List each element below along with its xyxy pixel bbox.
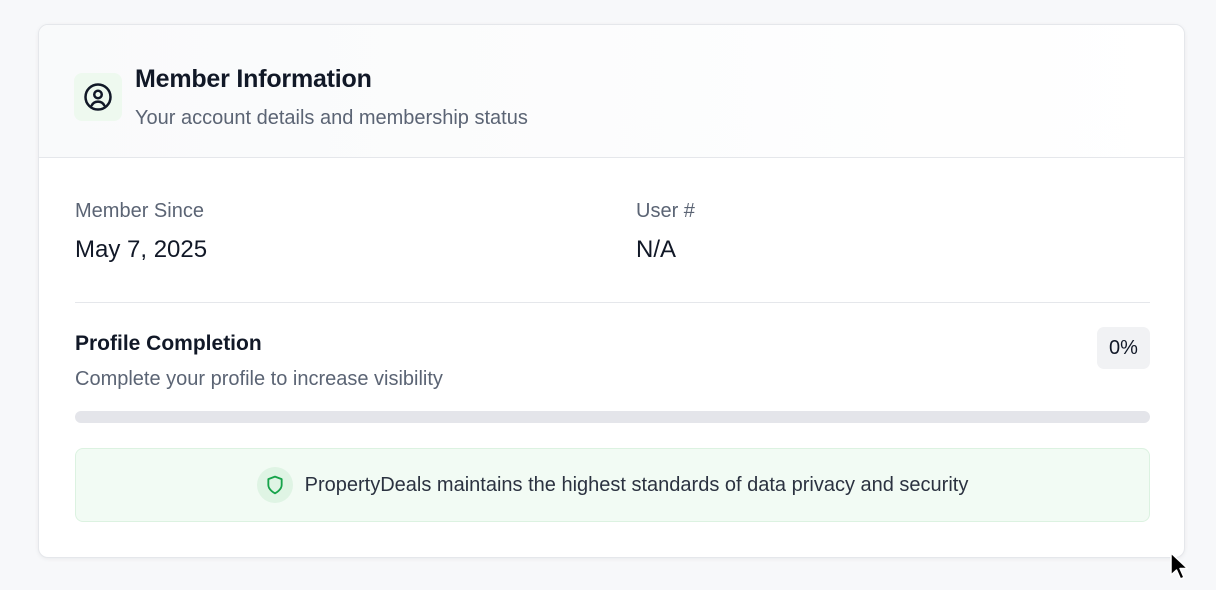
profile-completion-section: Profile Completion Complete your profile… (75, 327, 1150, 391)
privacy-notice-text: PropertyDeals maintains the highest stan… (304, 473, 969, 496)
mouse-cursor-icon (1169, 551, 1191, 581)
member-since-value: May 7, 2025 (75, 236, 208, 263)
page-subtitle: Your account details and membership stat… (135, 107, 528, 129)
profile-progress-bar (75, 411, 1150, 423)
user-number-value: N/A (636, 236, 677, 263)
shield-icon (256, 467, 293, 503)
member-information-card: Member Information Your account details … (38, 24, 1185, 558)
member-since-label: Member Since (75, 200, 204, 222)
privacy-notice: PropertyDeals maintains the highest stan… (75, 448, 1150, 522)
card-header: Member Information Your account details … (39, 25, 1184, 158)
user-number-label: User # (636, 200, 695, 222)
completion-percent-badge: 0% (1097, 327, 1150, 369)
profile-completion-subtitle: Complete your profile to increase visibi… (75, 368, 443, 390)
member-info-row: Member Since May 7, 2025 User # N/A (75, 199, 1150, 303)
page-title: Member Information (135, 65, 372, 93)
profile-completion-title: Profile Completion (75, 332, 262, 355)
member-since-field: Member Since May 7, 2025 (75, 199, 207, 264)
user-number-field: User # N/A (636, 199, 695, 264)
user-circle-icon (74, 73, 122, 121)
